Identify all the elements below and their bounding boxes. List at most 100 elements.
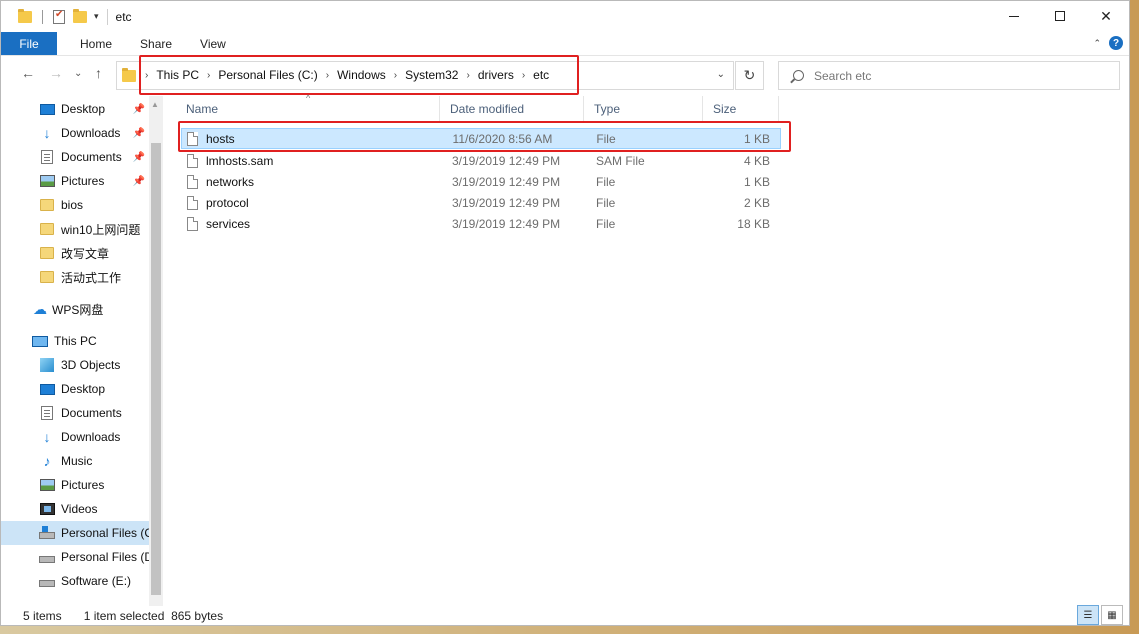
sidebar-item-wps-cloud[interactable]: ☁ WPS网盘 — [1, 297, 149, 321]
sidebar-item-videos[interactable]: Videos — [1, 497, 149, 521]
column-header-name[interactable]: ^ Name — [176, 93, 440, 122]
sidebar-item-label: win10上网问题 — [61, 222, 141, 237]
sidebar-item-software-e[interactable]: Software (E:) — [1, 569, 149, 593]
address-bar[interactable]: › This PC › Personal Files (C:) › Window… — [116, 55, 734, 95]
breadcrumb-windows[interactable]: Windows — [337, 68, 386, 82]
new-folder-icon[interactable] — [73, 8, 87, 23]
sidebar-item-active-work[interactable]: 活动式工作 — [1, 265, 149, 289]
sidebar-item-personal-files-d[interactable]: Personal Files (D — [1, 545, 149, 569]
sidebar-item-win10[interactable]: win10上网问题 — [1, 217, 149, 241]
sidebar-item-downloads[interactable]: ↓ Downloads 📌 — [1, 121, 149, 145]
breadcrumb-drivers[interactable]: drivers — [478, 68, 514, 82]
sidebar-item-label: Pictures — [61, 174, 105, 188]
pictures-icon — [39, 173, 55, 189]
file-size: 1 KB — [743, 174, 770, 189]
scrollbar-thumb[interactable] — [151, 143, 161, 595]
file-size: 2 KB — [743, 195, 770, 210]
file-date: 3/19/2019 12:49 PM — [452, 216, 561, 231]
search-input[interactable]: Search etc — [778, 61, 1120, 90]
column-header-type[interactable]: Type — [584, 96, 703, 122]
breadcrumb-etc[interactable]: etc — [533, 68, 549, 82]
sidebar-item-this-pc[interactable]: This PC — [1, 329, 149, 353]
sidebar-item-rewrite-article[interactable]: 改写文章 — [1, 241, 149, 265]
window-title: etc — [115, 9, 132, 24]
sidebar-item-label: Videos — [61, 502, 98, 516]
file-size: 4 KB — [743, 153, 770, 168]
sidebar-item-downloads-pc[interactable]: ↓ Downloads — [1, 425, 149, 449]
maximize-icon — [1055, 11, 1065, 21]
folder-icon[interactable] — [18, 8, 32, 23]
pictures-icon — [39, 477, 55, 493]
minimize-button[interactable] — [991, 1, 1037, 31]
breadcrumb-this-pc[interactable]: This PC — [156, 68, 199, 82]
breadcrumb-system32[interactable]: System32 — [405, 68, 458, 82]
file-row-networks[interactable]: networks 3/19/2019 12:49 PM File 1 KB — [181, 171, 781, 192]
quick-access-toolbar: ▾ — [18, 8, 99, 24]
sidebar-item-label: Pictures — [61, 478, 105, 492]
tab-home[interactable]: Home — [67, 32, 125, 55]
large-icons-view-icon: ▦ — [1107, 609, 1117, 621]
file-name: services — [206, 216, 251, 231]
sidebar-scrollbar[interactable]: ▲ — [149, 96, 163, 606]
file-row-lmhosts[interactable]: lmhosts.sam 3/19/2019 12:49 PM SAM File … — [181, 150, 781, 171]
sidebar-item-desktop-pc[interactable]: Desktop — [1, 377, 149, 401]
document-icon — [39, 149, 55, 165]
breadcrumb-personal-files-c[interactable]: Personal Files (C:) — [218, 68, 317, 82]
scroll-up-icon[interactable]: ▲ — [151, 100, 159, 109]
title-divider — [106, 8, 108, 25]
sidebar-item-label: Personal Files (C — [61, 526, 149, 540]
file-type: File — [596, 174, 616, 189]
details-view-button[interactable]: ☰ — [1077, 605, 1099, 625]
expand-ribbon-icon[interactable]: ⌃ — [1093, 38, 1101, 49]
tab-file[interactable]: File — [1, 32, 57, 55]
maximize-button[interactable] — [1037, 1, 1083, 31]
forward-arrow-icon[interactable]: → — [49, 65, 63, 81]
column-header-size[interactable]: Size — [703, 96, 779, 122]
back-arrow-icon[interactable]: ← — [21, 65, 35, 81]
sidebar-item-documents-pc[interactable]: Documents — [1, 401, 149, 425]
sidebar-item-music[interactable]: ♪ Music — [1, 449, 149, 473]
crumb-separator: › — [325, 69, 330, 81]
sidebar-item-label: Desktop — [61, 382, 106, 396]
sidebar-item-pictures[interactable]: Pictures 📌 — [1, 169, 149, 193]
sidebar-item-label: bios — [61, 198, 84, 212]
refresh-button[interactable]: ↻ — [735, 61, 764, 90]
download-icon: ↓ — [43, 125, 51, 141]
sidebar-item-label: Downloads — [61, 126, 121, 140]
crumb-separator: › — [207, 69, 211, 81]
desktop-icon — [39, 381, 55, 397]
properties-icon[interactable] — [53, 9, 65, 24]
sidebar-item-label: Downloads — [61, 430, 121, 444]
column-header-date[interactable]: Date modified — [440, 96, 584, 122]
sidebar-item-documents[interactable]: Documents 📌 — [1, 145, 149, 169]
file-row-hosts[interactable]: hosts 11/6/2020 8:56 AM File 1 KB — [181, 128, 781, 149]
address-dropdown-icon[interactable]: ⌄ — [717, 69, 725, 80]
close-button[interactable]: ✕ — [1083, 1, 1129, 31]
file-icon — [187, 216, 198, 231]
tab-view[interactable]: View — [187, 32, 239, 55]
crumb-separator: › — [393, 69, 398, 81]
file-row-protocol[interactable]: protocol 3/19/2019 12:49 PM File 2 KB — [181, 192, 781, 213]
tab-share[interactable]: Share — [127, 32, 185, 55]
window-controls: ✕ — [991, 1, 1129, 31]
sidebar-item-label: Documents — [61, 406, 122, 420]
sidebar-item-personal-files-c[interactable]: Personal Files (C — [1, 521, 149, 545]
folder-icon — [39, 245, 55, 261]
up-arrow-icon[interactable]: ↑ — [95, 65, 102, 81]
pin-icon: 📌 — [132, 175, 145, 187]
drive-icon — [39, 525, 55, 541]
sidebar-item-pictures-pc[interactable]: Pictures — [1, 473, 149, 497]
sidebar-item-desktop[interactable]: Desktop 📌 — [1, 97, 149, 121]
sidebar-item-label: Software (E:) — [61, 574, 132, 588]
help-icon[interactable]: ? — [1109, 36, 1123, 50]
download-icon: ↓ — [43, 429, 51, 445]
sidebar-item-bios[interactable]: bios — [1, 193, 149, 217]
customize-toolbar-icon[interactable]: ▾ — [94, 11, 99, 22]
toolbar-divider — [42, 9, 43, 24]
file-date: 3/19/2019 12:49 PM — [452, 195, 561, 210]
videos-icon — [39, 501, 55, 517]
file-row-services[interactable]: services 3/19/2019 12:49 PM File 18 KB — [181, 213, 781, 234]
sidebar-item-3d-objects[interactable]: 3D Objects — [1, 353, 149, 377]
large-icons-view-button[interactable]: ▦ — [1101, 605, 1123, 625]
recent-locations-icon[interactable]: ⌄ — [74, 68, 82, 79]
